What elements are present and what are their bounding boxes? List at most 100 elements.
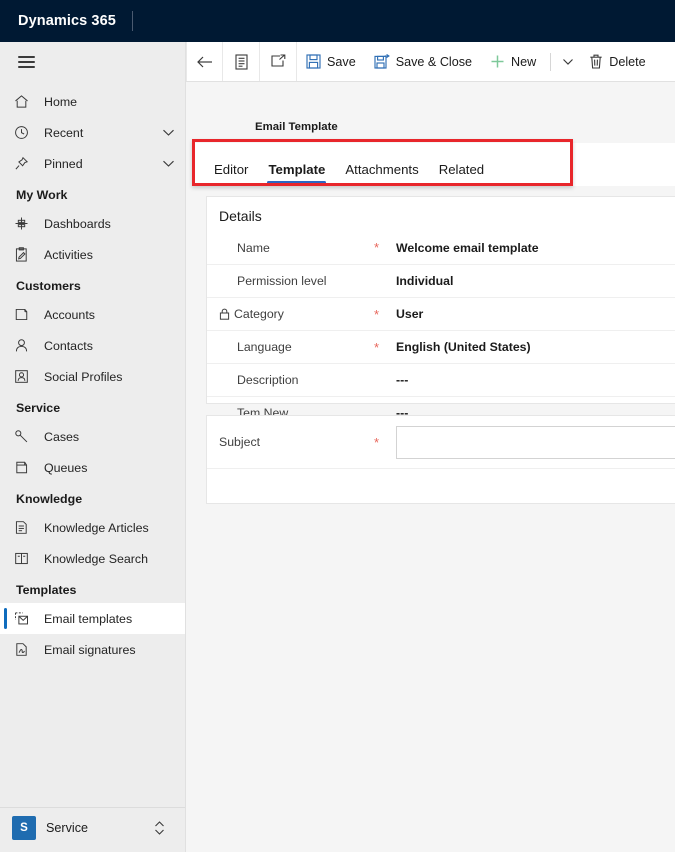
- field-value-category[interactable]: User: [396, 307, 423, 321]
- details-section-card: Details Name * Welcome email template Permi…: [206, 196, 675, 420]
- tab-attachments[interactable]: Attachments: [335, 162, 428, 186]
- sitemap-group-templates: Templates: [16, 583, 77, 597]
- details-field-row: Description ---: [207, 363, 675, 396]
- sidebar-item-label: Knowledge Articles: [44, 520, 149, 535]
- field-label-text: Description: [237, 373, 299, 387]
- field-value-description[interactable]: ---: [396, 373, 408, 387]
- save-and-close-icon: [374, 54, 390, 69]
- field-label-description: Description: [219, 373, 374, 387]
- sidebar-item-label: Accounts: [44, 307, 95, 322]
- chevron-up-down-icon: [154, 820, 175, 836]
- sitemap-group-customers: Customers: [16, 279, 81, 293]
- accounts-icon: [14, 306, 36, 324]
- clock-icon: [14, 124, 36, 142]
- chevron-down-icon[interactable]: [162, 128, 175, 137]
- field-value-permission-level[interactable]: Individual: [396, 274, 453, 288]
- subject-section-card: Subject *: [206, 415, 675, 504]
- book-search-icon: [14, 550, 36, 568]
- details-field-list: Name * Welcome email template Permission le…: [207, 231, 675, 429]
- site-map-toggle-icon[interactable]: [18, 53, 35, 71]
- required-marker: *: [374, 240, 380, 255]
- entity-type-label: Email Template: [255, 121, 338, 133]
- chevron-down-icon[interactable]: [556, 42, 580, 81]
- command-bar: Save Save & Close New Delete: [186, 42, 675, 82]
- sidebar-item-label: Recent: [44, 125, 84, 140]
- tab-template[interactable]: Template: [258, 162, 335, 186]
- delete-button[interactable]: Delete: [580, 42, 654, 81]
- trash-bin-icon: [589, 54, 603, 69]
- app-title: Dynamics 365: [18, 13, 116, 29]
- save-button[interactable]: Save: [297, 42, 365, 81]
- sidebar-item-label: Dashboards: [44, 216, 111, 231]
- email-signature-icon: [14, 641, 36, 659]
- sidebar-item-email-templates[interactable]: Email templates: [0, 603, 185, 634]
- details-field-row: Name * Welcome email template: [207, 231, 675, 264]
- delete-button-label: Delete: [609, 54, 646, 69]
- sidebar-item-label: Email templates: [44, 611, 133, 626]
- subject-required-marker: *: [374, 434, 380, 450]
- sidebar-item-cases[interactable]: Cases: [0, 421, 185, 452]
- sidebar-item-accounts[interactable]: Accounts: [0, 299, 185, 330]
- sidebar-item-knowledge-search[interactable]: Knowledge Search: [0, 543, 185, 574]
- chevron-down-icon[interactable]: [162, 159, 175, 168]
- dashboard-icon: [14, 215, 36, 233]
- sidebar-item-social-profiles[interactable]: Social Profiles: [0, 361, 185, 392]
- app-picker-label: Service: [46, 821, 88, 835]
- save-and-close-label: Save & Close: [395, 54, 473, 69]
- subject-field-label: Subject: [219, 435, 261, 449]
- pin-icon: [14, 155, 36, 173]
- sitemap-group-service: Service: [16, 401, 61, 415]
- queue-icon: [14, 459, 36, 477]
- sidebar-item-label: Knowledge Search: [44, 551, 149, 566]
- case-wrench-icon: [14, 428, 36, 446]
- sidebar-item-queues[interactable]: Queues: [0, 452, 185, 483]
- sidebar-item-label: Queues: [44, 460, 88, 475]
- sidebar-item-label: Pinned: [44, 156, 83, 171]
- app-picker[interactable]: S Service: [0, 807, 185, 852]
- sidebar-item-label: Cases: [44, 429, 80, 444]
- details-section-title: Details: [219, 208, 262, 224]
- form-selector-icon[interactable]: [223, 42, 260, 81]
- sidebar-item-pinned[interactable]: Pinned: [0, 148, 185, 179]
- field-label-language: Language: [219, 340, 374, 354]
- form-content-area: Email Template Editor Template Attachments…: [186, 82, 675, 852]
- email-template-icon: [14, 610, 36, 628]
- tab-related[interactable]: Related: [429, 162, 494, 186]
- new-button-label: New: [511, 54, 537, 69]
- save-and-close-button[interactable]: Save & Close: [365, 42, 481, 81]
- hamburger-row: [0, 42, 185, 82]
- subject-input[interactable]: [396, 425, 675, 459]
- dynamics365-email-template-form: Dynamics 365 Home Recent Pinned My Work Dash…: [0, 0, 675, 852]
- social-profile-icon: [14, 368, 36, 386]
- required-marker: *: [374, 306, 380, 322]
- sidebar-item-label: Home: [44, 94, 78, 109]
- field-label-text: Category: [234, 307, 284, 321]
- sidebar-item-recent[interactable]: Recent: [0, 117, 185, 148]
- brand-divider: [131, 11, 133, 31]
- new-button[interactable]: New: [481, 42, 545, 81]
- sidebar-item-email-signatures[interactable]: Email signatures: [0, 634, 185, 665]
- sidebar-item-contacts[interactable]: Contacts: [0, 330, 185, 361]
- field-value-language[interactable]: English (United States): [396, 340, 531, 354]
- sidebar-item-activities[interactable]: Activities: [0, 239, 185, 270]
- subject-field-row: Subject *: [207, 416, 675, 468]
- command-divider: [550, 52, 552, 71]
- sitemap-list: Home Recent Pinned My Work Dashboards Activit…: [0, 82, 185, 807]
- save-floppy-icon: [306, 54, 321, 69]
- contact-person-icon: [14, 337, 36, 355]
- sidebar-item-label: Activities: [44, 247, 93, 262]
- open-in-new-window-icon[interactable]: [260, 42, 297, 81]
- sidebar-item-home[interactable]: Home: [0, 86, 185, 117]
- sidebar-item-dashboards[interactable]: Dashboards: [0, 208, 185, 239]
- field-label-name: Name: [219, 241, 374, 255]
- sitemap-group-knowledge: Knowledge: [16, 492, 83, 506]
- sidebar-item-knowledge-articles[interactable]: Knowledge Articles: [0, 512, 185, 543]
- back-arrow-icon[interactable]: [186, 42, 223, 81]
- field-value-name[interactable]: Welcome email template: [396, 241, 539, 255]
- details-field-row: Category * User: [207, 297, 675, 330]
- save-button-label: Save: [327, 54, 356, 69]
- sitemap-group-my-work: My Work: [16, 188, 68, 202]
- details-field-row: Language * English (United States): [207, 330, 675, 363]
- tab-editor[interactable]: Editor: [204, 162, 258, 186]
- app-badge: S: [12, 816, 36, 840]
